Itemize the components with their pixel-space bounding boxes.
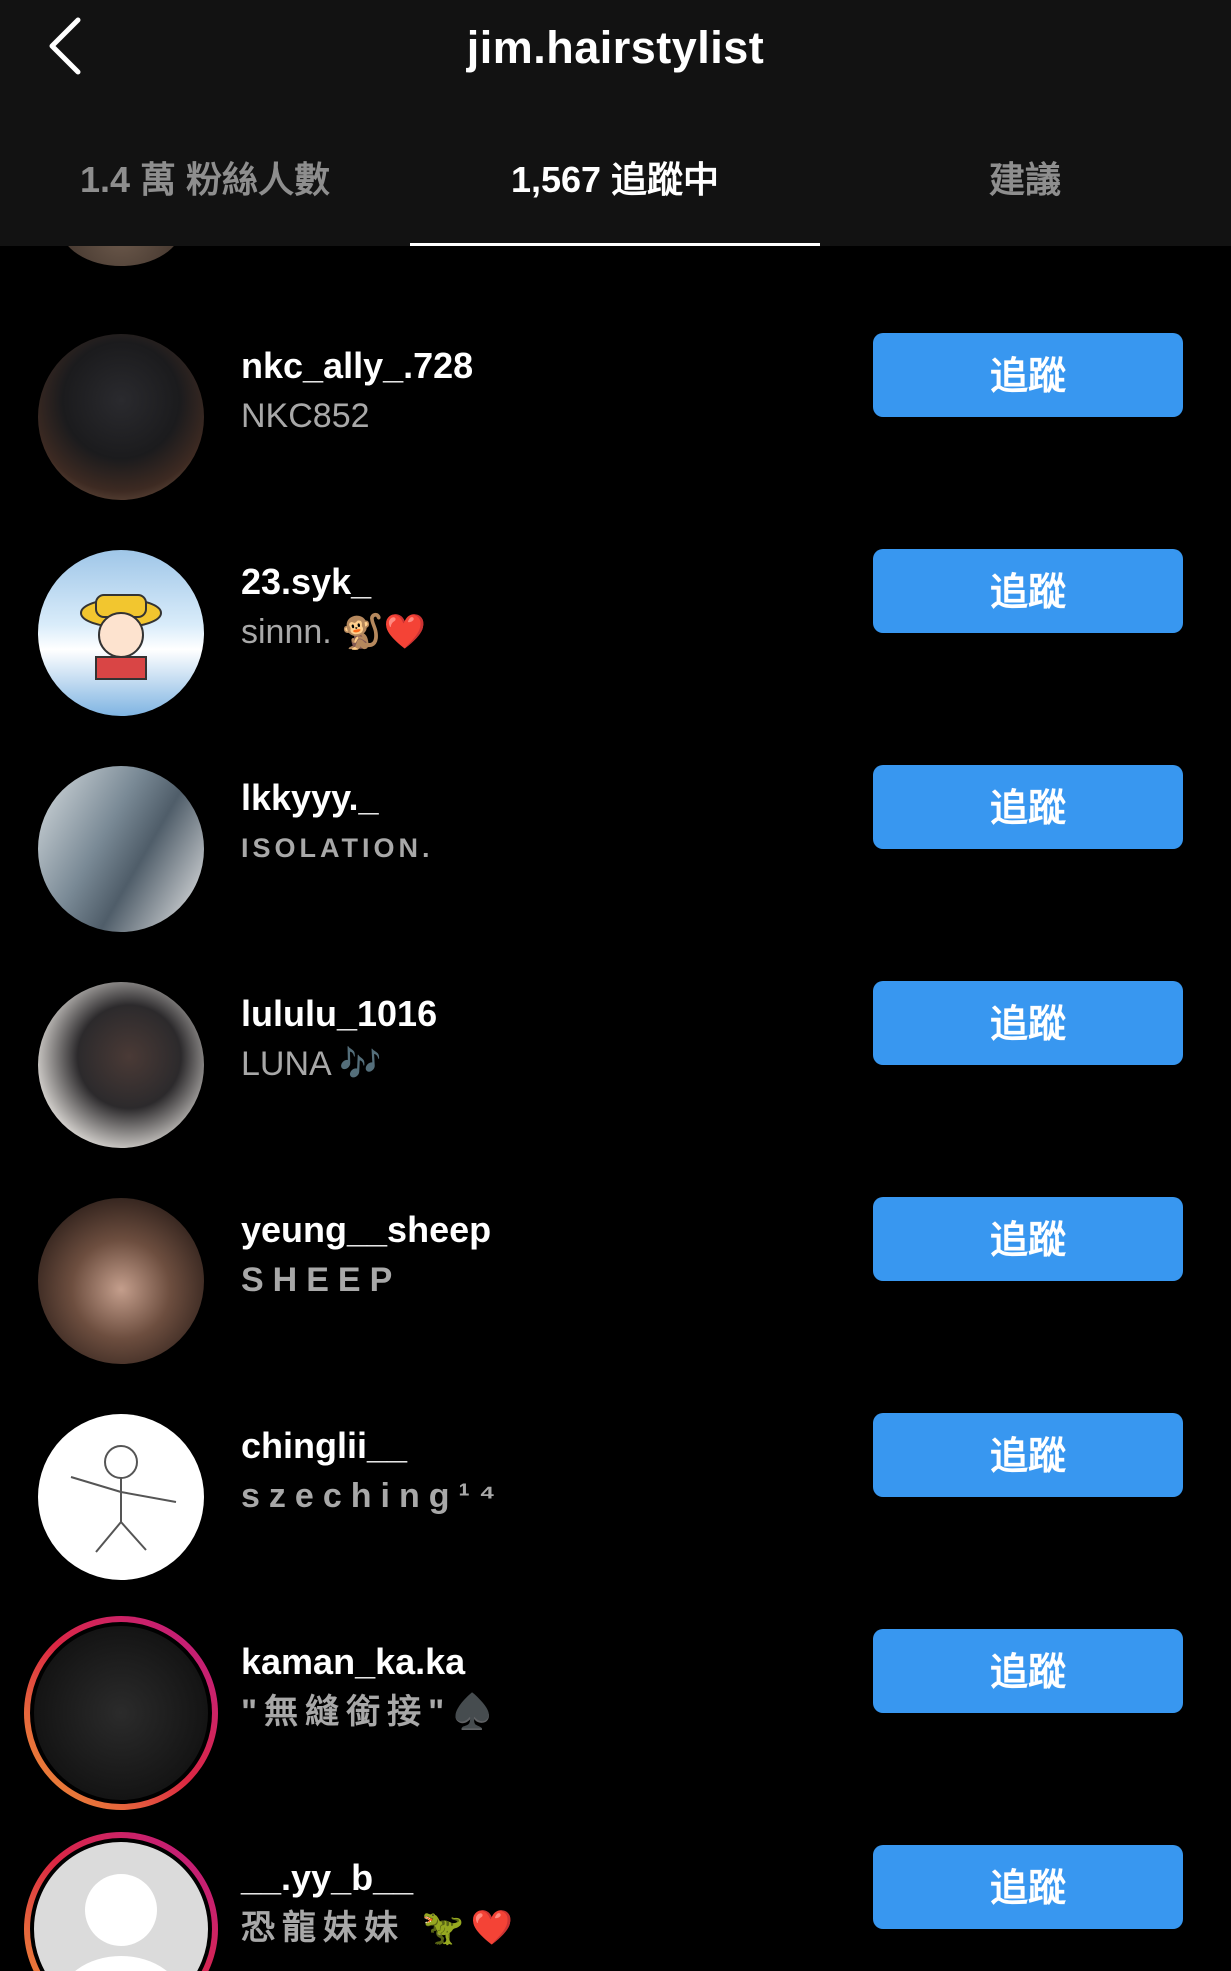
avatar[interactable] — [38, 550, 204, 716]
full-name: sinnn. 🐒❤️ — [241, 613, 426, 651]
username: lululu_1016 — [241, 993, 438, 1034]
avatar[interactable] — [38, 1198, 204, 1364]
tab-following[interactable]: 1,567 追蹤中 — [410, 140, 820, 246]
list-item[interactable]: 23.syk_ sinnn. 🐒❤️ 追蹤 — [0, 516, 1231, 732]
username: chinglii__ — [241, 1425, 408, 1466]
list-item[interactable]: lkkyyy._ ISOLATION. 追蹤 — [0, 732, 1231, 948]
top-bar: jim.hairstylist 1.4 萬 粉絲人數 1,567 追蹤中 建議 — [0, 0, 1231, 246]
full-name: SHEEP — [241, 1261, 402, 1299]
cartoon-girl-icon — [80, 594, 162, 680]
user-info[interactable]: lululu_1016 LUNA 🎶 — [241, 990, 841, 1090]
avatar[interactable] — [38, 982, 204, 1148]
follow-button[interactable]: 追蹤 — [873, 1197, 1183, 1281]
full-name: ISOLATION. — [241, 833, 434, 863]
user-info[interactable]: kaman_ka.ka "無縫銜接"♠️ — [241, 1638, 841, 1738]
sketch-figure-icon — [70, 1445, 177, 1553]
follow-button[interactable]: 追蹤 — [873, 1629, 1183, 1713]
username: lkkyyy._ — [241, 777, 379, 818]
avatar[interactable] — [38, 1414, 204, 1580]
username: __.yy_b__ — [241, 1857, 414, 1898]
user-info[interactable]: 23.syk_ sinnn. 🐒❤️ — [241, 558, 841, 658]
user-info[interactable]: chinglii__ szeching¹⁴ — [241, 1422, 841, 1522]
avatar[interactable] — [38, 766, 204, 932]
username: kaman_ka.ka — [241, 1641, 466, 1682]
username: yeung__sheep — [241, 1209, 492, 1250]
page-title: jim.hairstylist — [466, 22, 765, 73]
username: nkc_ally_.728 — [241, 345, 474, 386]
user-info[interactable]: __.yy_b__ 恐龍妹妹 🦖❤️ — [241, 1854, 841, 1954]
avatar[interactable] — [38, 334, 204, 500]
user-info[interactable]: lkkyyy._ ISOLATION. — [241, 774, 841, 874]
username: 23.syk_ — [241, 561, 372, 602]
full-name: NKC852 — [241, 397, 370, 435]
full-name: szeching¹⁴ — [241, 1477, 505, 1515]
follow-button[interactable]: 追蹤 — [873, 981, 1183, 1065]
tab-bar: 1.4 萬 粉絲人數 1,567 追蹤中 建議 — [0, 140, 1231, 246]
avatar[interactable] — [30, 1838, 212, 1971]
full-name: "無縫銜接"♠️ — [241, 1693, 501, 1731]
full-name: LUNA 🎶 — [241, 1045, 382, 1083]
follow-button[interactable]: 追蹤 — [873, 333, 1183, 417]
follow-button[interactable]: 追蹤 — [873, 549, 1183, 633]
avatar-story-ring[interactable] — [24, 1832, 218, 1971]
list-item[interactable]: kaman_ka.ka "無縫銜接"♠️ 追蹤 — [0, 1596, 1231, 1812]
list-item[interactable]: nkc_ally_.728 NKC852 追蹤 — [0, 300, 1231, 516]
user-info[interactable]: yeung__sheep SHEEP — [241, 1206, 841, 1306]
avatar[interactable] — [30, 1622, 212, 1804]
follow-button[interactable]: 追蹤 — [873, 1413, 1183, 1497]
full-name: 恐龍妹妹 🦖❤️ — [241, 1909, 521, 1947]
list-item[interactable]: lululu_1016 LUNA 🎶 追蹤 — [0, 948, 1231, 1164]
list-item[interactable]: __.yy_b__ 恐龍妹妹 🦖❤️ 追蹤 — [0, 1812, 1231, 1971]
follow-button[interactable]: 追蹤 — [873, 765, 1183, 849]
list-item[interactable]: chinglii__ szeching¹⁴ 追蹤 — [0, 1380, 1231, 1596]
tab-followers[interactable]: 1.4 萬 粉絲人數 — [0, 140, 410, 246]
default-user-icon — [75, 1874, 167, 1971]
avatar-story-ring[interactable] — [24, 1616, 218, 1810]
avatar[interactable] — [60, 246, 182, 266]
user-info[interactable]: nkc_ally_.728 NKC852 — [241, 342, 841, 442]
follow-button[interactable]: 追蹤 — [873, 1845, 1183, 1929]
following-list: nkc_ally_.728 NKC852 追蹤 23.syk_ sinnn. 🐒… — [0, 246, 1231, 1971]
tab-suggested[interactable]: 建議 — [820, 140, 1230, 246]
list-item[interactable]: yeung__sheep SHEEP 追蹤 — [0, 1164, 1231, 1380]
